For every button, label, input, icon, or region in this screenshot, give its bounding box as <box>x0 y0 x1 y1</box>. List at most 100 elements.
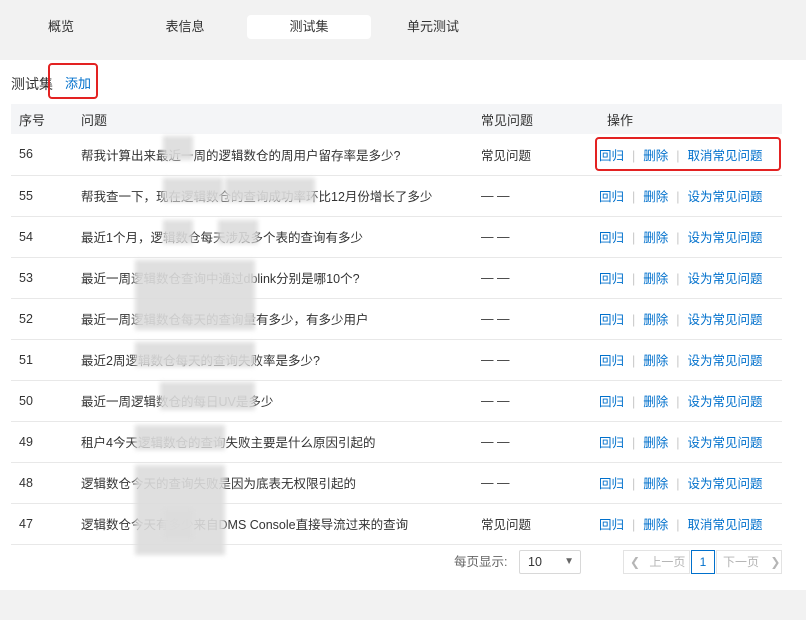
tab-overview[interactable]: 概览 <box>30 15 92 39</box>
action-separator: | <box>632 518 636 532</box>
section-header: 测试集 添加 <box>11 74 91 94</box>
delete-button[interactable]: 删除 <box>643 190 668 204</box>
toggle-faq-button[interactable]: 设为常见问题 <box>688 190 763 204</box>
delete-button[interactable]: 删除 <box>643 477 668 491</box>
redaction-blur <box>163 136 193 160</box>
action-separator: | <box>632 148 636 163</box>
row-question: 逻辑数仓今天有多少来自DMS Console直接导流过来的查询 <box>81 518 409 532</box>
action-separator: | <box>676 148 680 163</box>
row-actions: 回归 | 删除 | 设为常见问题 <box>599 175 782 216</box>
tab-bar: 概览 表信息 测试集 单元测试 <box>0 0 806 58</box>
toggle-faq-button[interactable]: 设为常见问题 <box>688 313 763 327</box>
row-faq-status: — — <box>481 229 510 244</box>
delete-button[interactable]: 删除 <box>643 436 668 450</box>
page-size-select[interactable]: 10 ▼ <box>519 550 581 574</box>
toggle-faq-button[interactable]: 设为常见问题 <box>688 395 763 409</box>
next-page-label: 下一页 <box>723 555 760 569</box>
row-actions: 回归 | 删除 | 设为常见问题 <box>599 257 782 298</box>
toggle-faq-button[interactable]: 设为常见问题 <box>688 272 763 286</box>
redaction-blur <box>163 509 193 539</box>
row-faq-status: — — <box>481 393 510 408</box>
regress-button[interactable]: 回归 <box>599 272 624 286</box>
action-separator: | <box>676 231 680 245</box>
action-separator: | <box>632 354 636 368</box>
row-actions: 回归 | 删除 | 设为常见问题 <box>599 421 782 462</box>
regress-button[interactable]: 回归 <box>599 436 624 450</box>
delete-button[interactable]: 删除 <box>643 354 668 368</box>
chevron-left-icon: ❮ <box>630 555 641 569</box>
chevron-down-icon: ▼ <box>564 556 574 567</box>
add-button[interactable]: 添加 <box>65 74 91 94</box>
regress-button[interactable]: 回归 <box>599 313 624 327</box>
row-actions: 回归 | 删除 | 设为常见问题 <box>599 380 782 421</box>
page-size-value: 10 <box>528 555 542 569</box>
action-separator: | <box>676 272 680 286</box>
test-set-panel: 测试集 添加 序号 问题 常见问题 操作 56 帮我计算出来最近一周的逻辑数仓的周… <box>0 60 806 590</box>
table-header-row: 序号 问题 常见问题 操作 <box>11 104 782 134</box>
action-separator: | <box>632 395 636 409</box>
row-id: 50 <box>19 393 33 408</box>
toggle-faq-button[interactable]: 取消常见问题 <box>688 149 763 163</box>
action-separator: | <box>632 477 636 491</box>
current-page-number[interactable]: 1 <box>691 550 715 574</box>
header-id: 序号 <box>19 112 46 128</box>
tab-unit-test[interactable]: 单元测试 <box>395 15 471 39</box>
row-question: 租户4今天逻辑数仓的查询失败主要是什么原因引起的 <box>81 436 376 450</box>
row-id: 47 <box>19 516 33 531</box>
tab-test-set[interactable]: 测试集 <box>247 15 371 39</box>
row-question: 最近2周逻辑数仓每天的查询失败率是多少? <box>73 339 473 380</box>
row-actions: 回归 | 删除 | 设为常见问题 <box>599 462 782 503</box>
redaction-blur <box>163 220 193 244</box>
row-actions: 回归 | 删除 | 取消常见问题 <box>599 134 782 175</box>
table-row: 55帮我查一下，现在逻辑数仓的查询成功率环比12月份增长了多少— —回归|删除|… <box>11 175 782 216</box>
action-separator: | <box>676 354 680 368</box>
action-separator: | <box>676 395 680 409</box>
regress-button[interactable]: 回归 <box>599 477 624 491</box>
action-separator: | <box>676 313 680 327</box>
table-row: 50 最近一周逻辑数仓的每日UV是多少 — — 回归 | 删除 | 设为常见问题 <box>11 380 782 421</box>
delete-button[interactable]: 删除 <box>643 149 668 163</box>
row-faq-status: — — <box>481 188 510 203</box>
toggle-faq-button[interactable]: 设为常见问题 <box>688 477 763 491</box>
regress-button[interactable]: 回归 <box>599 395 624 409</box>
action-separator: | <box>632 436 636 450</box>
chevron-right-icon: ❯ <box>770 555 781 569</box>
test-set-table: 序号 问题 常见问题 操作 56 帮我计算出来最近一周的逻辑数仓的周用户留存率是多… <box>11 104 782 545</box>
delete-button[interactable]: 删除 <box>643 395 668 409</box>
redaction-blur <box>135 425 225 450</box>
tab-table-info[interactable]: 表信息 <box>147 15 223 39</box>
regress-button[interactable]: 回归 <box>599 231 624 245</box>
delete-button[interactable]: 删除 <box>643 313 668 327</box>
table-row: 51 最近2周逻辑数仓每天的查询失败率是多少? — — 回归 | 删除 | 设为常见问题 <box>11 339 782 380</box>
action-separator: | <box>676 190 680 204</box>
toggle-faq-button[interactable]: 设为常见问题 <box>688 436 763 450</box>
toggle-faq-button[interactable]: 取消常见问题 <box>688 518 763 532</box>
regress-button[interactable]: 回归 <box>599 518 624 532</box>
redaction-blur <box>218 220 258 244</box>
header-actions: 操作 <box>607 112 634 128</box>
next-page-button[interactable]: 下一页 ❯ <box>716 550 782 574</box>
row-faq-status: — — <box>481 434 510 449</box>
action-separator: | <box>676 518 680 532</box>
regress-button[interactable]: 回归 <box>599 354 624 368</box>
action-separator: | <box>676 477 680 491</box>
toggle-faq-button[interactable]: 设为常见问题 <box>688 354 763 368</box>
row-id: 52 <box>19 311 33 326</box>
delete-button[interactable]: 删除 <box>643 518 668 532</box>
table-row: 56 帮我计算出来最近一周的逻辑数仓的周用户留存率是多少? 常见问题 回归 | 删除 | 取消… <box>11 134 782 175</box>
row-id: 48 <box>19 475 33 490</box>
delete-button[interactable]: 删除 <box>643 231 668 245</box>
regress-button[interactable]: 回归 <box>599 190 624 204</box>
row-faq-status: — — <box>481 352 510 367</box>
prev-page-button[interactable]: ❮ 上一页 <box>623 550 690 574</box>
table-row: 47 逻辑数仓今天有多少来自DMS Console直接导流过来的查询 常见问题 回归 |… <box>11 503 782 544</box>
toggle-faq-button[interactable]: 设为常见问题 <box>688 231 763 245</box>
delete-button[interactable]: 删除 <box>643 272 668 286</box>
redaction-blur <box>135 260 255 330</box>
action-separator: | <box>632 190 636 204</box>
redaction-blur <box>135 342 255 367</box>
row-question: 逻辑数仓今天的查询失败是因为底表无权限引起的 <box>73 462 473 503</box>
regress-button[interactable]: 回归 <box>599 149 624 163</box>
table-row: 48 逻辑数仓今天的查询失败是因为底表无权限引起的 — — 回归 | 删除 | 设为常见问题 <box>11 462 782 503</box>
row-faq-status: 常见问题 <box>481 148 532 163</box>
